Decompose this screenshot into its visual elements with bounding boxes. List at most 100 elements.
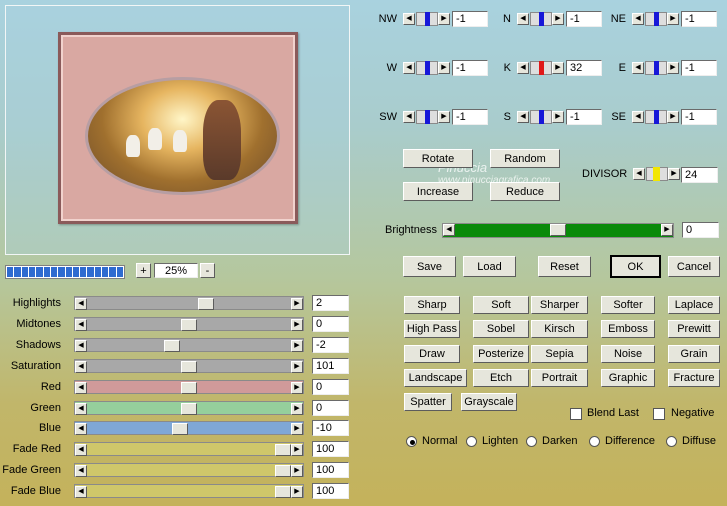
left-arrow-icon[interactable]: ◀	[75, 423, 87, 436]
slider-track[interactable]: ◀ ▶	[74, 400, 304, 415]
kernel-value-field[interactable]: 32	[566, 60, 602, 76]
right-arrow-icon[interactable]: ▶	[667, 13, 679, 25]
preset-button-grain[interactable]: Grain	[668, 344, 720, 363]
preset-button-posterize[interactable]: Posterize	[473, 344, 529, 363]
preset-button-sobel[interactable]: Sobel	[473, 320, 529, 339]
brightness-field[interactable]: 0	[682, 222, 719, 238]
preset-button-sepia[interactable]: Sepia	[531, 344, 588, 363]
kernel-stepper[interactable]: ◀ ▶	[632, 110, 679, 124]
right-arrow-icon[interactable]: ▶	[291, 444, 303, 457]
kernel-stepper[interactable]: ◀ ▶	[403, 110, 450, 124]
slider-value-field[interactable]: 0	[312, 315, 349, 332]
slider-track[interactable]: ◀ ▶	[74, 316, 304, 331]
right-arrow-icon[interactable]: ▶	[291, 360, 303, 373]
left-arrow-icon[interactable]: ◀	[75, 298, 87, 310]
slider-value-field[interactable]: 101	[312, 357, 349, 374]
reduce-button[interactable]: Reduce	[490, 182, 560, 201]
save-button[interactable]: Save	[403, 256, 456, 277]
random-button[interactable]: Random	[490, 149, 560, 168]
kernel-value-field[interactable]: -1	[681, 109, 717, 125]
left-arrow-icon[interactable]: ◀	[75, 339, 87, 352]
preset-button-softer[interactable]: Softer	[601, 296, 655, 314]
left-arrow-icon[interactable]: ◀	[632, 62, 644, 74]
preset-button-noise[interactable]: Noise	[601, 344, 655, 363]
left-arrow-icon[interactable]: ◀	[75, 465, 87, 478]
divisor-stepper[interactable]: ◀ ▶	[633, 167, 680, 181]
slider-track[interactable]: ◀ ▶	[74, 421, 304, 436]
left-arrow-icon[interactable]: ◀	[517, 62, 529, 74]
zoom-in-button[interactable]: +	[136, 263, 151, 278]
zoom-out-button[interactable]: -	[200, 263, 215, 278]
left-arrow-icon[interactable]: ◀	[75, 360, 87, 373]
slider-thumb[interactable]	[181, 360, 197, 373]
preset-button-graphic[interactable]: Graphic	[601, 368, 655, 387]
left-arrow-icon[interactable]: ◀	[75, 402, 87, 415]
left-arrow-icon[interactable]: ◀	[403, 111, 415, 123]
right-arrow-icon[interactable]: ▶	[661, 224, 673, 236]
rotate-button[interactable]: Rotate	[403, 149, 473, 168]
slider-thumb[interactable]	[181, 402, 197, 415]
preset-button-prewitt[interactable]: Prewitt	[668, 320, 720, 339]
mode-radio-darken[interactable]	[526, 436, 537, 447]
slider-thumb[interactable]	[275, 465, 291, 478]
preset-button-emboss[interactable]: Emboss	[601, 320, 655, 339]
right-arrow-icon[interactable]: ▶	[667, 111, 679, 123]
slider-thumb[interactable]	[181, 318, 197, 331]
blend-last-checkbox[interactable]	[570, 408, 582, 420]
preset-button-grayscale[interactable]: Grayscale	[461, 393, 517, 412]
slider-track[interactable]: ◀ ▶	[74, 379, 304, 394]
kernel-stepper[interactable]: ◀ ▶	[403, 61, 450, 75]
slider-track[interactable]: ◀ ▶	[74, 358, 304, 373]
kernel-stepper[interactable]: ◀ ▶	[517, 110, 564, 124]
divisor-field[interactable]: 24	[681, 167, 718, 183]
preset-button-sharper[interactable]: Sharper	[531, 296, 588, 314]
slider-track[interactable]: ◀ ▶	[74, 337, 304, 352]
mode-radio-difference[interactable]	[589, 436, 600, 447]
left-arrow-icon[interactable]: ◀	[75, 381, 87, 394]
preset-button-landscape[interactable]: Landscape	[404, 368, 467, 387]
slider-value-field[interactable]: 0	[312, 399, 349, 416]
preset-button-soft[interactable]: Soft	[473, 296, 529, 314]
right-arrow-icon[interactable]: ▶	[668, 168, 680, 180]
right-arrow-icon[interactable]: ▶	[438, 111, 450, 123]
kernel-stepper[interactable]: ◀ ▶	[632, 61, 679, 75]
brightness-thumb[interactable]	[550, 224, 566, 236]
right-arrow-icon[interactable]: ▶	[552, 111, 564, 123]
cancel-button[interactable]: Cancel	[668, 256, 720, 277]
kernel-stepper[interactable]: ◀ ▶	[517, 61, 564, 75]
right-arrow-icon[interactable]: ▶	[291, 402, 303, 415]
right-arrow-icon[interactable]: ▶	[438, 62, 450, 74]
slider-value-field[interactable]: 0	[312, 378, 349, 395]
slider-value-field[interactable]: 100	[312, 462, 349, 479]
increase-button[interactable]: Increase	[403, 182, 473, 201]
left-arrow-icon[interactable]: ◀	[632, 111, 644, 123]
preset-button-draw[interactable]: Draw	[404, 344, 460, 363]
slider-thumb[interactable]	[172, 423, 188, 436]
kernel-value-field[interactable]: -1	[681, 60, 717, 76]
kernel-stepper[interactable]: ◀ ▶	[403, 12, 450, 26]
right-arrow-icon[interactable]: ▶	[291, 486, 303, 499]
right-arrow-icon[interactable]: ▶	[552, 62, 564, 74]
slider-track[interactable]: ◀ ▶	[74, 484, 304, 499]
slider-track[interactable]: ◀ ▶	[74, 296, 304, 310]
right-arrow-icon[interactable]: ▶	[438, 13, 450, 25]
right-arrow-icon[interactable]: ▶	[291, 339, 303, 352]
left-arrow-icon[interactable]: ◀	[443, 224, 455, 236]
load-button[interactable]: Load	[463, 256, 516, 277]
preset-button-sharp[interactable]: Sharp	[404, 296, 460, 314]
left-arrow-icon[interactable]: ◀	[517, 13, 529, 25]
right-arrow-icon[interactable]: ▶	[291, 298, 303, 310]
slider-value-field[interactable]: 100	[312, 483, 349, 500]
right-arrow-icon[interactable]: ▶	[552, 13, 564, 25]
left-arrow-icon[interactable]: ◀	[75, 318, 87, 331]
mode-radio-diffuse[interactable]	[666, 436, 677, 447]
preset-button-laplace[interactable]: Laplace	[668, 296, 720, 314]
preset-button-kirsch[interactable]: Kirsch	[531, 320, 588, 339]
left-arrow-icon[interactable]: ◀	[403, 62, 415, 74]
slider-value-field[interactable]: 100	[312, 441, 349, 458]
left-arrow-icon[interactable]: ◀	[403, 13, 415, 25]
kernel-value-field[interactable]: -1	[566, 109, 602, 125]
slider-thumb[interactable]	[198, 298, 214, 310]
mode-radio-lighten[interactable]	[466, 436, 477, 447]
slider-thumb[interactable]	[164, 339, 180, 352]
